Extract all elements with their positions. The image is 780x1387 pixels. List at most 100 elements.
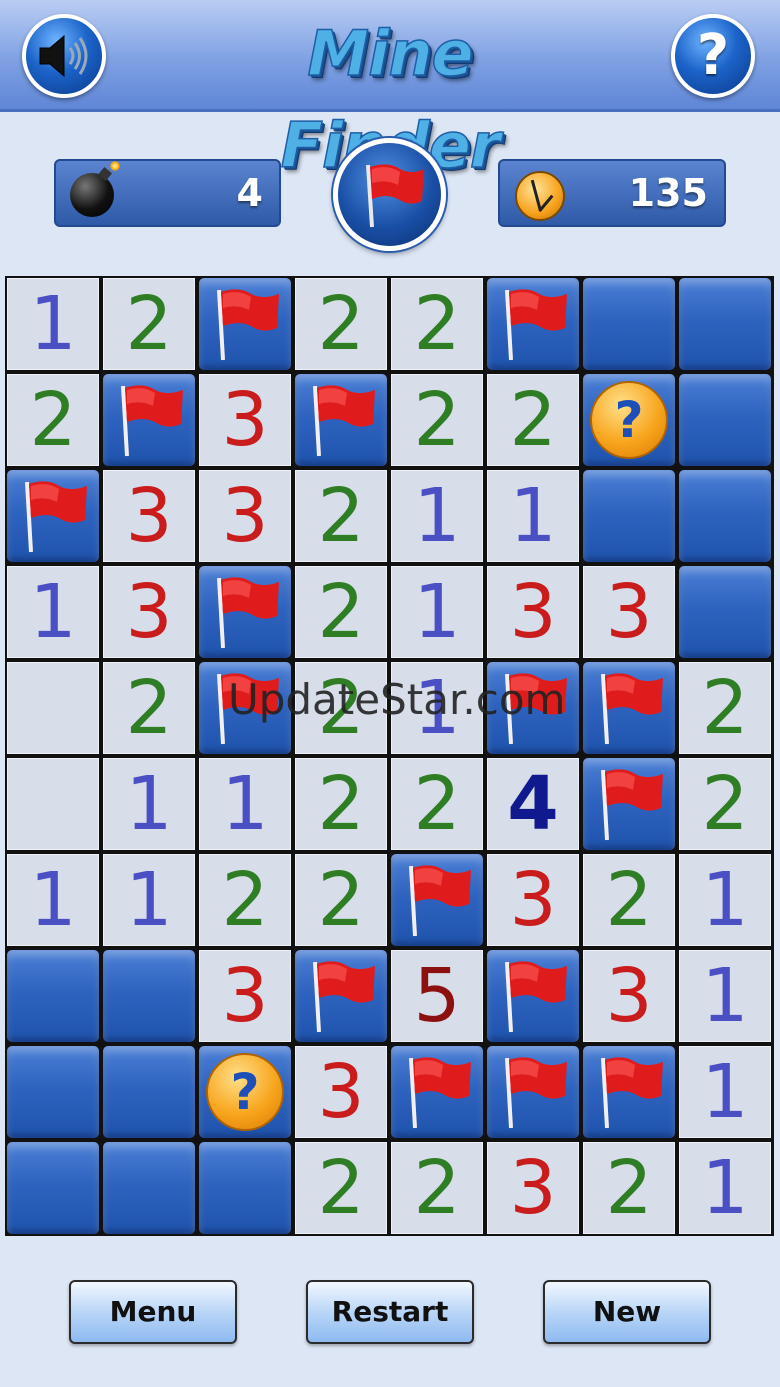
board-cell-r3-c0[interactable]: 1 bbox=[7, 566, 99, 658]
board-cell-r2-c3[interactable]: 2 bbox=[295, 470, 387, 562]
board-cell-r7-c5[interactable] bbox=[487, 950, 579, 1042]
board-cell-r0-c2[interactable] bbox=[199, 278, 291, 370]
board-cell-r2-c6[interactable] bbox=[583, 470, 675, 562]
board-cell-r8-c1[interactable] bbox=[103, 1046, 195, 1138]
board-cell-r1-c5[interactable]: 2 bbox=[487, 374, 579, 466]
cell-number: 2 bbox=[317, 1145, 365, 1231]
board-cell-r6-c0[interactable]: 1 bbox=[7, 854, 99, 946]
board-cell-r5-c7[interactable]: 2 bbox=[679, 758, 771, 850]
board-cell-r0-c0[interactable]: 1 bbox=[7, 278, 99, 370]
board-cell-r2-c4[interactable]: 1 bbox=[391, 470, 483, 562]
cell-number: 3 bbox=[509, 1145, 557, 1231]
board-cell-r7-c7[interactable]: 1 bbox=[679, 950, 771, 1042]
board-cell-r7-c0[interactable] bbox=[7, 950, 99, 1042]
board-cell-r5-c3[interactable]: 2 bbox=[295, 758, 387, 850]
board-cell-r3-c6[interactable]: 3 bbox=[583, 566, 675, 658]
board-cell-r4-c6[interactable] bbox=[583, 662, 675, 754]
board-cell-r4-c2[interactable] bbox=[199, 662, 291, 754]
board-cell-r1-c2[interactable]: 3 bbox=[199, 374, 291, 466]
board-cell-r0-c5[interactable] bbox=[487, 278, 579, 370]
board-cell-r0-c6[interactable] bbox=[583, 278, 675, 370]
board-cell-r4-c3[interactable]: 2 bbox=[295, 662, 387, 754]
board-cell-r2-c2[interactable]: 3 bbox=[199, 470, 291, 562]
board-cell-r9-c7[interactable]: 1 bbox=[679, 1142, 771, 1234]
board-cell-r7-c1[interactable] bbox=[103, 950, 195, 1042]
cell-number: 2 bbox=[317, 473, 365, 559]
restart-button[interactable]: Restart bbox=[306, 1280, 474, 1344]
board-cell-r3-c2[interactable] bbox=[199, 566, 291, 658]
board-cell-r6-c5[interactable]: 3 bbox=[487, 854, 579, 946]
board-cell-r7-c6[interactable]: 3 bbox=[583, 950, 675, 1042]
board-cell-r6-c2[interactable]: 2 bbox=[199, 854, 291, 946]
board-cell-r0-c7[interactable] bbox=[679, 278, 771, 370]
board-cell-r9-c5[interactable]: 3 bbox=[487, 1142, 579, 1234]
board-cell-r8-c0[interactable] bbox=[7, 1046, 99, 1138]
board-cell-r2-c7[interactable] bbox=[679, 470, 771, 562]
board-cell-r8-c7[interactable]: 1 bbox=[679, 1046, 771, 1138]
board-cell-r7-c3[interactable] bbox=[295, 950, 387, 1042]
board-cell-r7-c4[interactable]: 5 bbox=[391, 950, 483, 1042]
board-cell-r8-c3[interactable]: 3 bbox=[295, 1046, 387, 1138]
board-cell-r1-c0[interactable]: 2 bbox=[7, 374, 99, 466]
board-cell-r3-c5[interactable]: 3 bbox=[487, 566, 579, 658]
board-cell-r1-c4[interactable]: 2 bbox=[391, 374, 483, 466]
board-cell-r0-c4[interactable]: 2 bbox=[391, 278, 483, 370]
board-cell-r9-c0[interactable] bbox=[7, 1142, 99, 1234]
board-cell-r3-c4[interactable]: 1 bbox=[391, 566, 483, 658]
flag-icon bbox=[217, 577, 279, 649]
board-cell-r5-c6[interactable] bbox=[583, 758, 675, 850]
board-cell-r6-c6[interactable]: 2 bbox=[583, 854, 675, 946]
board-cell-r4-c7[interactable]: 2 bbox=[679, 662, 771, 754]
mines-remaining-value: 4 bbox=[236, 171, 263, 215]
help-button[interactable]: ? bbox=[671, 14, 755, 98]
board-cell-r9-c6[interactable]: 2 bbox=[583, 1142, 675, 1234]
cell-number: 3 bbox=[125, 569, 173, 655]
new-game-button[interactable]: New bbox=[543, 1280, 711, 1344]
board-cell-r2-c1[interactable]: 3 bbox=[103, 470, 195, 562]
board-cell-r8-c6[interactable] bbox=[583, 1046, 675, 1138]
board-cell-r3-c3[interactable]: 2 bbox=[295, 566, 387, 658]
board-cell-r4-c4[interactable]: 1 bbox=[391, 662, 483, 754]
board-cell-r9-c1[interactable] bbox=[103, 1142, 195, 1234]
board-cell-r3-c7[interactable] bbox=[679, 566, 771, 658]
game-title: Mine Finder bbox=[280, 16, 501, 183]
sound-toggle-button[interactable] bbox=[22, 14, 106, 98]
board-cell-r4-c1[interactable]: 2 bbox=[103, 662, 195, 754]
cell-number: 2 bbox=[317, 569, 365, 655]
board-cell-r8-c5[interactable] bbox=[487, 1046, 579, 1138]
flag-mode-toggle-button[interactable] bbox=[333, 138, 446, 251]
board-cell-r6-c4[interactable] bbox=[391, 854, 483, 946]
board-cell-r7-c2[interactable]: 3 bbox=[199, 950, 291, 1042]
board-cell-r9-c3[interactable]: 2 bbox=[295, 1142, 387, 1234]
board-cell-r8-c4[interactable] bbox=[391, 1046, 483, 1138]
board-cell-r1-c1[interactable] bbox=[103, 374, 195, 466]
board-cell-r6-c3[interactable]: 2 bbox=[295, 854, 387, 946]
flag-icon bbox=[601, 673, 663, 745]
board-cell-r2-c0[interactable] bbox=[7, 470, 99, 562]
board-cell-r4-c5[interactable] bbox=[487, 662, 579, 754]
board-cell-r5-c0[interactable] bbox=[7, 758, 99, 850]
board-cell-r2-c5[interactable]: 1 bbox=[487, 470, 579, 562]
board-cell-r5-c4[interactable]: 2 bbox=[391, 758, 483, 850]
cell-number: 1 bbox=[413, 569, 461, 655]
board-cell-r1-c3[interactable] bbox=[295, 374, 387, 466]
board-cell-r1-c6[interactable]: ? bbox=[583, 374, 675, 466]
board-cell-r1-c7[interactable] bbox=[679, 374, 771, 466]
board-cell-r6-c7[interactable]: 1 bbox=[679, 854, 771, 946]
board-cell-r9-c4[interactable]: 2 bbox=[391, 1142, 483, 1234]
board-cell-r6-c1[interactable]: 1 bbox=[103, 854, 195, 946]
board-cell-r5-c2[interactable]: 1 bbox=[199, 758, 291, 850]
board-cell-r3-c1[interactable]: 3 bbox=[103, 566, 195, 658]
cell-number: 2 bbox=[29, 377, 77, 463]
board-cell-r8-c2[interactable]: ? bbox=[199, 1046, 291, 1138]
board-cell-r0-c3[interactable]: 2 bbox=[295, 278, 387, 370]
board-cell-r4-c0[interactable] bbox=[7, 662, 99, 754]
board-cell-r5-c5[interactable]: 4 bbox=[487, 758, 579, 850]
menu-button[interactable]: Menu bbox=[69, 1280, 237, 1344]
board-cell-r9-c2[interactable] bbox=[199, 1142, 291, 1234]
cell-number: 1 bbox=[29, 857, 77, 943]
board-cell-r5-c1[interactable]: 1 bbox=[103, 758, 195, 850]
board-cell-r0-c1[interactable]: 2 bbox=[103, 278, 195, 370]
cell-number: 2 bbox=[509, 377, 557, 463]
flag-icon bbox=[505, 673, 567, 745]
